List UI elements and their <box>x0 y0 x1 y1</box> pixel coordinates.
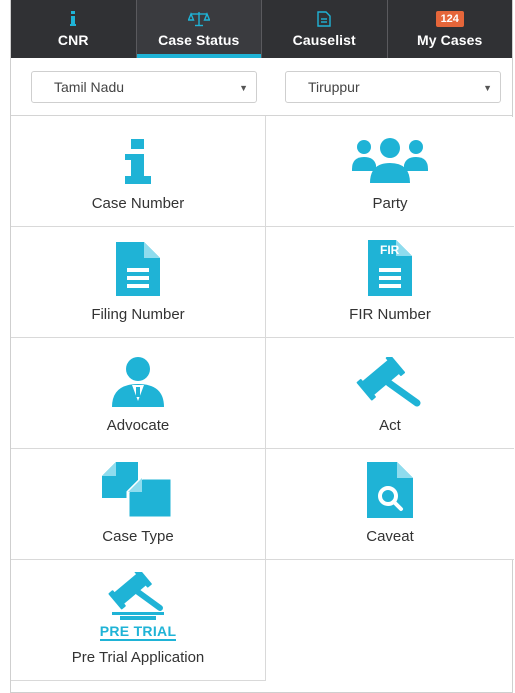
tab-label: CNR <box>57 32 89 48</box>
option-label: Filing Number <box>91 306 185 323</box>
document-icon <box>116 242 160 296</box>
option-advocate[interactable]: Advocate <box>11 338 265 448</box>
caret-down-icon: ▼ <box>483 83 492 93</box>
document-icon <box>317 10 331 28</box>
district-select[interactable]: Tiruppur ▼ <box>285 71 501 103</box>
option-act[interactable]: Act <box>266 338 514 448</box>
tab-causelist[interactable]: Causelist <box>262 0 388 58</box>
grid-divider <box>11 680 265 681</box>
tab-label: Case Status <box>158 32 240 48</box>
advocate-icon <box>110 357 166 407</box>
option-filing-number[interactable]: Filing Number <box>11 227 265 337</box>
info-icon <box>125 139 151 185</box>
state-select[interactable]: Tamil Nadu ▼ <box>31 71 257 103</box>
option-label: Pre Trial Application <box>71 649 205 666</box>
option-label: Party <box>372 195 408 212</box>
tab-cnr[interactable]: CNR <box>11 0 137 58</box>
pre-trial-icon-text: PRE TRIAL <box>99 623 177 641</box>
option-label: Case Type <box>102 528 174 545</box>
option-label: Act <box>379 417 401 434</box>
tab-case-status[interactable]: Case Status <box>136 0 262 58</box>
option-label: Advocate <box>106 417 170 434</box>
option-label: FIR Number <box>349 306 431 323</box>
location-filters: Tamil Nadu ▼ Tiruppur ▼ <box>11 58 512 116</box>
pre-trial-icon: PRE TRIAL <box>98 572 178 641</box>
app-frame: CNR Case Status Causelist 124 My Cases T… <box>10 0 514 693</box>
scales-icon <box>187 10 210 28</box>
info-icon <box>69 10 77 28</box>
option-pre-trial-application[interactable]: PRE TRIAL Pre Trial Application <box>11 560 265 680</box>
group-icon <box>352 135 428 185</box>
case-count-badge: 124 <box>435 11 464 27</box>
option-case-type[interactable]: Case Type <box>11 449 265 559</box>
option-caveat[interactable]: Caveat <box>266 449 514 559</box>
caret-down-icon: ▼ <box>239 83 248 93</box>
badge-container: 124 <box>435 10 464 28</box>
option-fir-number[interactable]: FIR FIR Number <box>266 227 514 337</box>
district-select-value: Tiruppur <box>308 79 360 95</box>
option-case-number[interactable]: Case Number <box>11 117 265 226</box>
gavel-icon <box>355 357 425 407</box>
tab-label: My Cases <box>417 32 483 48</box>
svg-text:FIR: FIR <box>380 243 400 257</box>
tab-my-cases[interactable]: 124 My Cases <box>388 0 513 58</box>
state-select-value: Tamil Nadu <box>54 79 125 95</box>
option-label: Case Number <box>91 195 185 212</box>
copy-documents-icon <box>102 462 174 518</box>
tab-label: Causelist <box>292 32 356 48</box>
option-party[interactable]: Party <box>266 117 514 226</box>
top-tab-bar: CNR Case Status Causelist 124 My Cases <box>11 0 512 58</box>
option-label: Caveat <box>366 528 414 545</box>
fir-document-icon: FIR <box>368 240 412 296</box>
search-document-icon <box>367 462 413 518</box>
